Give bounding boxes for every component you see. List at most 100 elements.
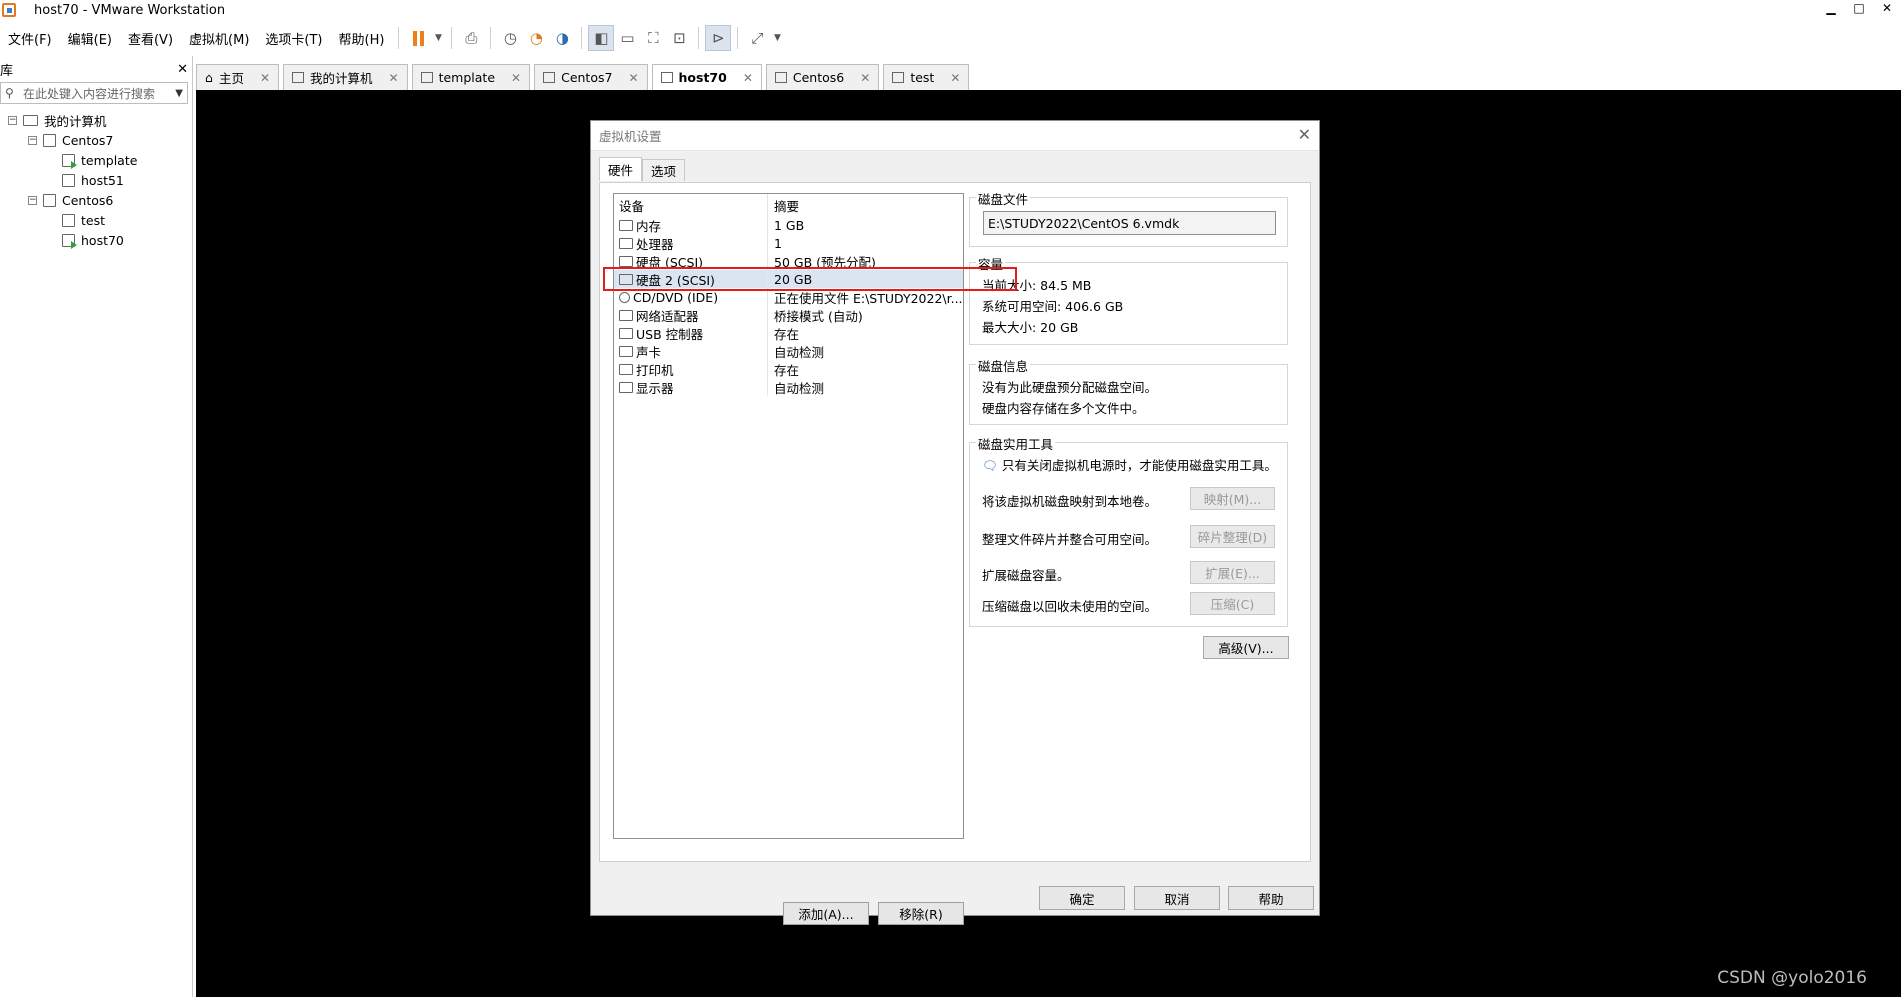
menu-edit[interactable]: 编辑(E) [60, 29, 120, 48]
vm-icon [774, 72, 787, 83]
help-button[interactable]: 帮助 [1228, 886, 1314, 910]
maximize-button[interactable]: □ [1845, 0, 1873, 20]
revert-snapshot-icon[interactable]: ◔ [523, 25, 549, 51]
device-row-sound[interactable]: 声卡 自动检测 [614, 342, 963, 360]
tab-my-computer[interactable]: 我的计算机 ✕ [283, 64, 408, 90]
defrag-button[interactable]: 碎片整理(D) [1190, 525, 1275, 548]
snapshot-icon[interactable]: ◷ [497, 25, 523, 51]
home-icon: ⌂ [205, 70, 213, 85]
collapse-icon[interactable]: − [8, 115, 17, 125]
device-name: 内存 [636, 218, 662, 234]
tab-label: Centos7 [561, 70, 613, 85]
power-dropdown-icon[interactable]: ▼ [431, 25, 445, 51]
library-search[interactable]: ⚲ 在此处键入内容进行搜索 ▼ [0, 82, 188, 104]
menu-view[interactable]: 查看(V) [120, 29, 181, 48]
stretch-dropdown-icon[interactable]: ▼ [770, 25, 784, 51]
vmware-logo-icon [2, 3, 16, 17]
tab-centos6[interactable]: Centos6 ✕ [765, 64, 880, 90]
close-icon[interactable]: ✕ [1298, 125, 1311, 144]
ok-button[interactable]: 确定 [1039, 886, 1125, 910]
folder-icon [43, 133, 56, 147]
minimize-button[interactable]: ▁ [1817, 0, 1845, 20]
tab-host70[interactable]: host70 ✕ [651, 64, 762, 90]
menu-vm[interactable]: 虚拟机(M) [181, 29, 257, 48]
tab-centos7[interactable]: Centos7 ✕ [534, 64, 648, 90]
menu-tabs[interactable]: 选项卡(T) [257, 29, 330, 48]
close-tab-icon[interactable]: ✕ [511, 71, 521, 85]
device-row-processor[interactable]: 处理器 1 [614, 234, 963, 252]
tab-label: template [438, 70, 496, 85]
vm-icon [543, 72, 556, 83]
utilities-note: 🗨 只有关闭虚拟机电源时，才能使用磁盘实用工具。 [982, 455, 1277, 474]
printer-icon [619, 363, 633, 375]
tree-item-host51[interactable]: host51 [0, 170, 192, 190]
tab-label: host70 [678, 70, 727, 85]
tree-item-host70[interactable]: host70 [0, 230, 192, 250]
tab-options[interactable]: 选项 [642, 159, 686, 181]
processor-icon [619, 237, 633, 249]
expand-button[interactable]: 扩展(E)... [1190, 561, 1275, 584]
tree-item-template[interactable]: template [0, 150, 192, 170]
unity-icon[interactable]: ⊡ [666, 25, 692, 51]
close-tab-icon[interactable]: ✕ [860, 71, 870, 85]
dialog-title: 虚拟机设置 [591, 121, 1319, 151]
vm-running-icon [62, 233, 77, 249]
remove-device-button[interactable]: 移除(R) [878, 902, 964, 925]
advanced-button[interactable]: 高级(V)... [1203, 636, 1289, 659]
tree-item-my-computer[interactable]: − 我的计算机 [0, 110, 192, 130]
close-window-button[interactable]: ✕ [1873, 0, 1901, 20]
add-device-button[interactable]: 添加(A)... [783, 902, 869, 925]
show-library-icon[interactable]: ◧ [588, 25, 615, 51]
collapse-icon[interactable]: − [28, 135, 37, 145]
snapshot-manager-icon[interactable]: ◑ [549, 25, 575, 51]
map-button[interactable]: 映射(M)... [1190, 487, 1275, 510]
console-view-icon[interactable]: ⊳ [705, 25, 732, 51]
compact-button[interactable]: 压缩(C) [1190, 592, 1275, 615]
network-icon [619, 309, 633, 321]
toolbar-separator [698, 27, 700, 49]
tab-label: Centos6 [792, 70, 845, 85]
disk-info-title: 磁盘信息 [976, 356, 1031, 375]
close-tab-icon[interactable]: ✕ [260, 71, 270, 85]
tree-item-test[interactable]: test [0, 210, 192, 230]
column-summary: 摘要 [774, 198, 800, 214]
device-row-display[interactable]: 显示器 自动检测 [614, 378, 963, 396]
tab-home[interactable]: ⌂ 主页 ✕ [196, 64, 280, 90]
library-panel: 库 ✕ ⚲ 在此处键入内容进行搜索 ▼ − 我的计算机 − Centos7 te… [0, 56, 193, 997]
device-list-header: 设备 摘要 [614, 194, 963, 216]
close-tab-icon[interactable]: ✕ [743, 71, 753, 85]
disk-file-title: 磁盘文件 [976, 189, 1031, 208]
device-row-usb[interactable]: USB 控制器 存在 [614, 324, 963, 342]
close-tab-icon[interactable]: ✕ [389, 71, 399, 85]
close-tab-icon[interactable]: ✕ [628, 71, 638, 85]
tab-test[interactable]: test ✕ [883, 64, 970, 90]
close-library-button[interactable]: ✕ [177, 62, 188, 77]
vm-tree: − 我的计算机 − Centos7 template host51 − Cent… [0, 110, 192, 250]
device-name: 网络适配器 [636, 308, 699, 324]
tab-hardware[interactable]: 硬件 [599, 157, 643, 181]
vm-icon [892, 72, 905, 83]
menu-file[interactable]: 文件(F) [0, 29, 60, 48]
thumbnail-bar-icon[interactable]: ▭ [614, 25, 640, 51]
cancel-button[interactable]: 取消 [1134, 886, 1220, 910]
collapse-icon[interactable]: − [28, 195, 37, 205]
close-tab-icon[interactable]: ✕ [950, 71, 960, 85]
tab-template[interactable]: template ✕ [411, 64, 531, 90]
disk-file-field[interactable]: E:\STUDY2022\CentOS 6.vmdk [983, 211, 1276, 235]
map-text: 将该虚拟机磁盘映射到本地卷。 [982, 494, 1158, 509]
search-icon: ⚲ [5, 86, 14, 100]
menu-help[interactable]: 帮助(H) [331, 29, 393, 48]
search-dropdown-icon[interactable]: ▼ [175, 88, 183, 99]
dialog-tabs: 硬件 选项 [599, 157, 686, 181]
full-screen-icon[interactable]: ⛶ [640, 25, 666, 51]
device-row-printer[interactable]: 打印机 存在 [614, 360, 963, 378]
tree-item-centos7[interactable]: − Centos7 [0, 130, 192, 150]
vm-settings-dialog: 虚拟机设置 ✕ 硬件 选项 设备 摘要 内存 1 GB 处理器 1 硬盘 (SCSI… [590, 120, 1320, 925]
tree-item-centos6[interactable]: − Centos6 [0, 190, 192, 210]
pause-button[interactable] [405, 25, 431, 51]
device-row-memory[interactable]: 内存 1 GB [614, 216, 963, 234]
menu-bar: 文件(F) 编辑(E) 查看(V) 虚拟机(M) 选项卡(T) 帮助(H) ▼ … [0, 23, 1901, 53]
stretch-icon[interactable]: ⤢ [744, 25, 770, 51]
send-ctrl-alt-del-icon[interactable]: ⎙ [458, 25, 484, 51]
device-row-network[interactable]: 网络适配器 桥接模式 (自动) [614, 306, 963, 324]
